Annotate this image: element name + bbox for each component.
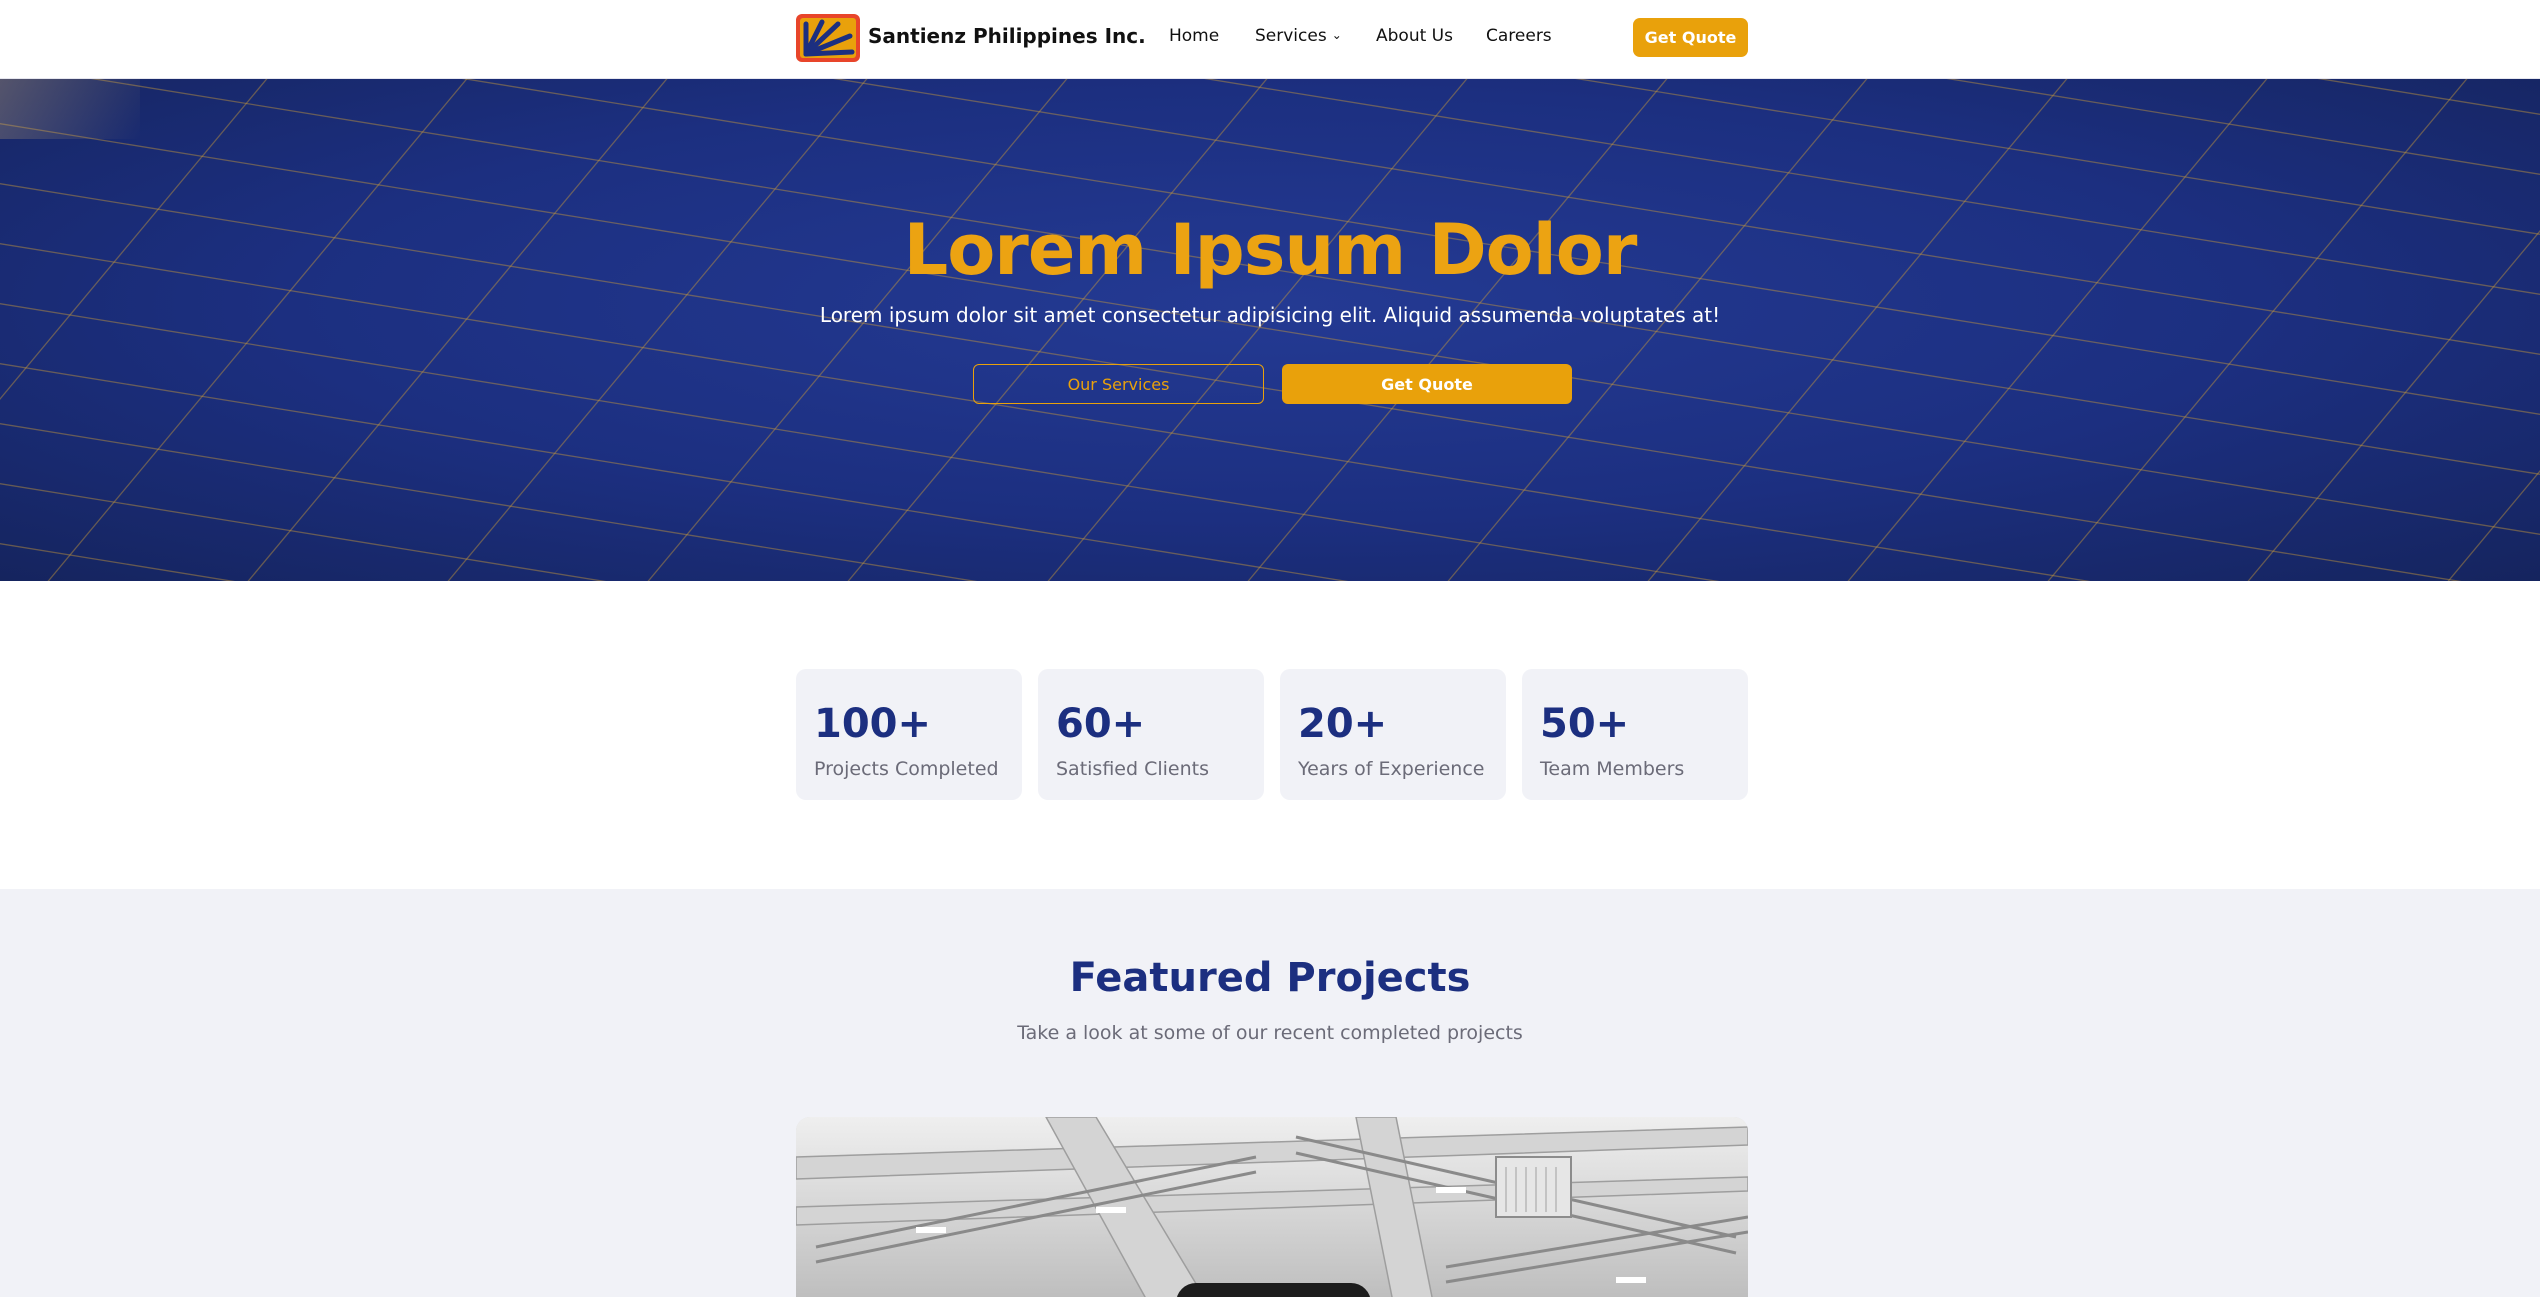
sun-rays-logo-icon[interactable] xyxy=(796,14,860,62)
featured-projects-section: Featured Projects Take a look at some of… xyxy=(0,889,2540,1297)
stat-value: 20+ xyxy=(1298,701,1388,747)
brand-name[interactable]: Santienz Philippines Inc. xyxy=(868,24,1146,48)
nav-link-about-us[interactable]: About Us xyxy=(1376,26,1453,46)
chevron-down-icon: ⌄ xyxy=(1331,28,1342,42)
project-image-ceiling-ducts xyxy=(796,1117,1748,1297)
solar-panel-grid-background xyxy=(0,79,2540,581)
stat-label: Projects Completed xyxy=(814,758,999,780)
stat-value: 100+ xyxy=(814,701,932,747)
stat-label: Years of Experience xyxy=(1298,758,1485,780)
nav-link-careers[interactable]: Careers xyxy=(1486,26,1552,46)
hero-get-quote-button[interactable]: Get Quote xyxy=(1282,364,1572,404)
hero-corner-highlight xyxy=(0,79,140,139)
featured-projects-title: Featured Projects xyxy=(1069,955,1471,1001)
navbar-inner: Santienz Philippines Inc. Home Services ⌄… xyxy=(796,0,1748,79)
stat-card-projects: 100+ Projects Completed xyxy=(796,669,1022,800)
nav-link-services-label: Services xyxy=(1255,26,1327,46)
hero-subtitle: Lorem ipsum dolor sit amet consectetur a… xyxy=(819,303,1721,327)
stat-card-experience: 20+ Years of Experience xyxy=(1280,669,1506,800)
hero-section: Lorem Ipsum Dolor Lorem ipsum dolor sit … xyxy=(0,79,2540,581)
nav-link-services[interactable]: Services ⌄ xyxy=(1255,26,1342,46)
stat-card-team: 50+ Team Members xyxy=(1522,669,1748,800)
stat-value: 60+ xyxy=(1056,701,1146,747)
stat-value: 50+ xyxy=(1540,701,1630,747)
navbar: Santienz Philippines Inc. Home Services ⌄… xyxy=(0,0,2540,79)
nav-link-home[interactable]: Home xyxy=(1169,26,1219,46)
stat-label: Satisfied Clients xyxy=(1056,758,1209,780)
nav-get-quote-button[interactable]: Get Quote xyxy=(1633,18,1748,57)
project-card[interactable] xyxy=(796,1117,1748,1297)
stats-section: 100+ Projects Completed 60+ Satisfied Cl… xyxy=(0,581,2540,889)
project-badge[interactable] xyxy=(1176,1283,1371,1297)
hero-title: Lorem Ipsum Dolor xyxy=(903,209,1638,291)
stat-label: Team Members xyxy=(1540,758,1685,780)
our-services-button[interactable]: Our Services xyxy=(973,364,1264,404)
stat-card-clients: 60+ Satisfied Clients xyxy=(1038,669,1264,800)
featured-projects-subtitle: Take a look at some of our recent comple… xyxy=(1017,1022,1523,1044)
